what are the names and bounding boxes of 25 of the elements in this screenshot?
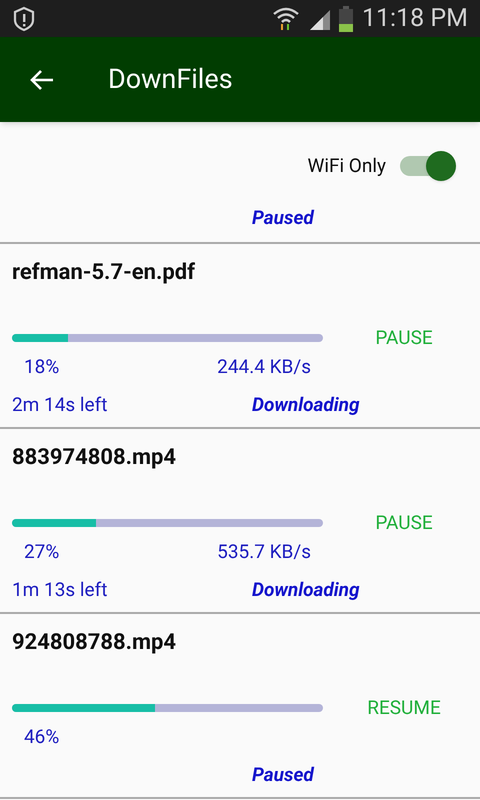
clock: 11:18 PM bbox=[362, 6, 468, 31]
time-left-text: 2m 14s left bbox=[12, 393, 108, 416]
app-title: DownFiles bbox=[108, 62, 233, 98]
file-name: refman-5.7-en.pdf bbox=[12, 259, 196, 287]
download-status: Downloading bbox=[252, 392, 360, 418]
signal-icon bbox=[308, 8, 332, 30]
file-name: 883974808.mp4 bbox=[12, 444, 178, 472]
action-button[interactable]: PAUSE bbox=[359, 324, 449, 352]
shield-icon bbox=[12, 6, 36, 32]
action-button[interactable]: RESUME bbox=[359, 694, 449, 722]
download-status: Downloading bbox=[252, 577, 360, 604]
overall-status: Paused bbox=[252, 206, 314, 230]
file-name: 924808788.mp4 bbox=[12, 629, 178, 657]
percent-text: 18% bbox=[24, 354, 60, 380]
percent-text: 46% bbox=[24, 724, 60, 750]
wifi-only-switch[interactable] bbox=[398, 152, 456, 180]
action-button[interactable]: PAUSE bbox=[359, 509, 449, 538]
battery-icon bbox=[338, 6, 354, 32]
speed-text: 244.4 KB/s bbox=[217, 354, 311, 380]
percent-text: 27% bbox=[24, 539, 60, 566]
wifi-only-label: WiFi Only bbox=[308, 152, 386, 179]
wifi-icon bbox=[272, 6, 300, 32]
download-status: Paused bbox=[252, 762, 314, 788]
speed-text: 535.7 KB/s bbox=[217, 539, 311, 566]
time-left-text: 1m 13s left bbox=[12, 578, 108, 602]
